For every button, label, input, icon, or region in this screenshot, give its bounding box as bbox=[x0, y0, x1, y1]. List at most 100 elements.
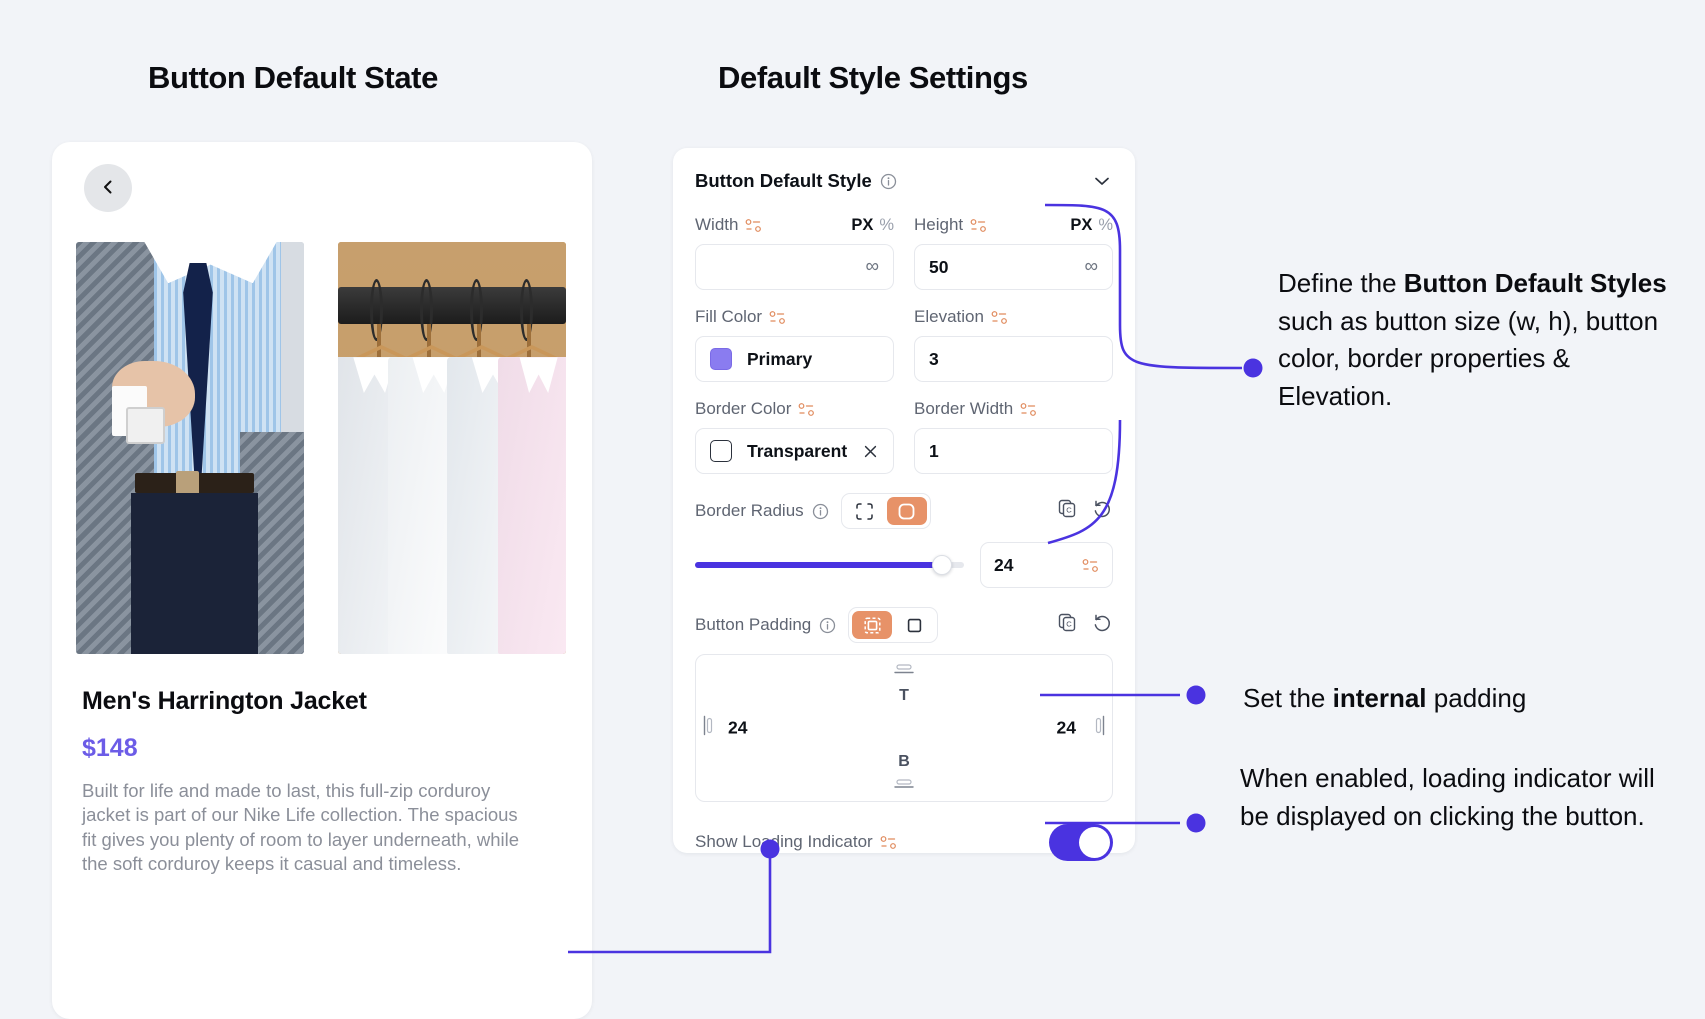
border-color-label: Border Color bbox=[695, 399, 792, 418]
size-row: Width PX % ∞ Height PX % 50 ∞ bbox=[695, 212, 1113, 290]
binding-icon[interactable] bbox=[1082, 558, 1099, 573]
height-label-row: Height PX % bbox=[914, 212, 1113, 238]
info-icon[interactable] bbox=[812, 503, 829, 520]
reset-icon[interactable] bbox=[1092, 498, 1113, 524]
border-width-input[interactable]: 1 bbox=[914, 428, 1113, 474]
padding-editor[interactable]: T 24 24 B bbox=[695, 654, 1113, 802]
product-preview-card: Men's Harrington Jacket $148 Built for l… bbox=[52, 142, 592, 1019]
height-field: Height PX % 50 ∞ bbox=[914, 212, 1113, 290]
panel-header: Button Default Style bbox=[695, 166, 1113, 196]
padding-right-value[interactable]: 24 bbox=[1057, 718, 1076, 739]
border-color-input[interactable]: Transparent bbox=[695, 428, 894, 474]
binding-icon[interactable] bbox=[1020, 402, 1037, 417]
product-photo-1[interactable] bbox=[76, 242, 304, 654]
padding-box-icon[interactable] bbox=[894, 611, 934, 639]
border-radius-row: Border Radius C bbox=[695, 493, 1113, 529]
button-padding-label: Button Padding bbox=[695, 615, 812, 634]
elevation-input[interactable]: 3 bbox=[914, 336, 1113, 382]
unit-px[interactable]: PX bbox=[851, 216, 873, 235]
unit-percent[interactable]: % bbox=[1098, 216, 1113, 235]
product-title: Men's Harrington Jacket bbox=[82, 687, 367, 715]
button-default-style-panel: Button Default Style Width PX % ∞ Height… bbox=[673, 148, 1135, 861]
product-image-gallery[interactable] bbox=[76, 242, 576, 654]
annotation-2-part-1: Set the bbox=[1243, 683, 1333, 713]
padding-top-label: T bbox=[899, 687, 909, 704]
border-row: Border Color Transparent Border Width 1 bbox=[695, 396, 1113, 474]
padding-left-handle-icon[interactable] bbox=[702, 715, 713, 742]
border-color-label-row: Border Color bbox=[695, 396, 894, 422]
binding-icon[interactable] bbox=[970, 218, 987, 233]
padding-left-value[interactable]: 24 bbox=[728, 718, 747, 739]
fill-color-input[interactable]: Primary bbox=[695, 336, 894, 382]
chevron-left-icon bbox=[100, 179, 116, 198]
border-radius-slider[interactable] bbox=[695, 555, 964, 575]
height-value: 50 bbox=[929, 256, 949, 277]
product-photo-2[interactable] bbox=[338, 242, 566, 654]
border-radius-slider-row: 24 bbox=[695, 542, 1113, 588]
height-label: Height bbox=[914, 215, 964, 234]
info-icon[interactable] bbox=[880, 173, 897, 190]
button-padding-mode-segment[interactable] bbox=[848, 607, 939, 643]
color-swatch[interactable] bbox=[710, 348, 732, 370]
color-swatch[interactable] bbox=[710, 440, 732, 462]
annotation-2-part-2: internal bbox=[1332, 683, 1427, 713]
svg-text:C: C bbox=[1066, 619, 1072, 628]
padding-bottom-label: B bbox=[898, 753, 910, 770]
page-root: Button Default State Default Style Setti… bbox=[0, 0, 1705, 1019]
annotation-3-part-1: When enabled, loading indicator will be … bbox=[1240, 763, 1655, 831]
padding-all-icon[interactable] bbox=[852, 611, 893, 639]
binding-icon[interactable] bbox=[991, 310, 1008, 325]
border-radius-input[interactable]: 24 bbox=[980, 542, 1113, 588]
button-padding-tools: C bbox=[1057, 612, 1113, 638]
unit-percent[interactable]: % bbox=[879, 216, 894, 235]
elevation-field: Elevation 3 bbox=[914, 304, 1113, 382]
height-unit-toggle[interactable]: PX % bbox=[1070, 216, 1113, 235]
chevron-down-icon[interactable] bbox=[1091, 170, 1113, 192]
border-width-label-row: Border Width bbox=[914, 396, 1113, 422]
width-infinity-symbol: ∞ bbox=[865, 256, 879, 277]
elevation-label: Elevation bbox=[914, 307, 984, 326]
border-width-field: Border Width 1 bbox=[914, 396, 1113, 474]
border-color-field: Border Color Transparent bbox=[695, 396, 894, 474]
corners-individual-icon[interactable] bbox=[845, 497, 885, 525]
show-loading-indicator-row: Show Loading Indicator bbox=[695, 822, 1113, 862]
info-icon[interactable] bbox=[819, 617, 836, 634]
unit-px[interactable]: PX bbox=[1070, 216, 1092, 235]
annotation-button-default-styles: Define the Button Default Styles such as… bbox=[1278, 265, 1668, 416]
binding-icon[interactable] bbox=[880, 835, 897, 850]
svg-text:C: C bbox=[1066, 505, 1072, 514]
rounded-square-icon[interactable] bbox=[886, 497, 927, 525]
annotation-internal-padding: Set the internal padding bbox=[1243, 680, 1673, 718]
width-label: Width bbox=[695, 215, 739, 234]
padding-right-handle-icon[interactable] bbox=[1095, 715, 1106, 742]
page-title-right: Default Style Settings bbox=[718, 60, 1028, 95]
width-field: Width PX % ∞ bbox=[695, 212, 894, 290]
copy-icon[interactable]: C bbox=[1057, 498, 1078, 524]
width-unit-toggle[interactable]: PX % bbox=[851, 216, 894, 235]
reset-icon[interactable] bbox=[1092, 612, 1113, 638]
fill-color-label: Fill Color bbox=[695, 307, 763, 326]
width-input[interactable]: ∞ bbox=[695, 244, 894, 290]
show-loading-indicator-toggle[interactable] bbox=[1049, 823, 1113, 861]
border-radius-label: Border Radius bbox=[695, 501, 804, 520]
slider-knob[interactable] bbox=[932, 555, 953, 575]
annotation-1-part-3: such as button size (w, h), button color… bbox=[1278, 305, 1659, 412]
border-radius-value: 24 bbox=[994, 554, 1014, 575]
binding-icon[interactable] bbox=[745, 218, 762, 233]
close-icon[interactable] bbox=[862, 443, 879, 460]
product-description: Built for life and made to last, this fu… bbox=[82, 780, 520, 875]
binding-icon[interactable] bbox=[769, 310, 786, 325]
padding-bottom-handle-icon[interactable] bbox=[893, 776, 915, 794]
border-radius-mode-segment[interactable] bbox=[840, 493, 931, 529]
binding-icon[interactable] bbox=[798, 402, 815, 417]
page-title-left: Button Default State bbox=[148, 60, 438, 95]
show-loading-indicator-label: Show Loading Indicator bbox=[695, 832, 873, 851]
height-input[interactable]: 50 ∞ bbox=[914, 244, 1113, 290]
annotation-2-part-3: padding bbox=[1426, 683, 1527, 713]
border-width-value: 1 bbox=[929, 440, 939, 461]
border-color-value: Transparent bbox=[747, 440, 848, 461]
height-infinity-symbol: ∞ bbox=[1084, 256, 1098, 277]
padding-top-handle-icon[interactable] bbox=[893, 662, 915, 680]
back-button[interactable] bbox=[84, 164, 132, 212]
copy-icon[interactable]: C bbox=[1057, 612, 1078, 638]
